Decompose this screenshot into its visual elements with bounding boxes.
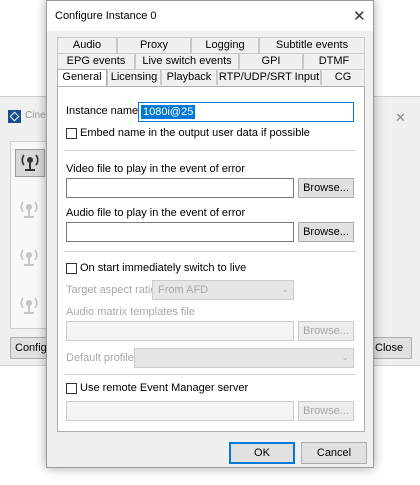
tab-live-switch-events[interactable]: Live switch events <box>135 53 239 69</box>
audio-matrix-label: Audio matrix templates file <box>66 306 195 318</box>
video-error-browse-button[interactable]: Browse... <box>298 178 354 198</box>
embed-name-checkbox[interactable] <box>66 128 77 139</box>
instance-name-value: 1080i@25 <box>141 105 196 119</box>
audio-error-label: Audio file to play in the event of error <box>66 207 246 219</box>
divider <box>64 150 356 151</box>
configure-button[interactable]: Configure <box>10 337 50 359</box>
default-profile-select[interactable]: ⌄ <box>134 348 354 368</box>
video-error-file-input[interactable] <box>66 178 294 198</box>
instance-tile[interactable] <box>15 197 43 223</box>
configure-instance-dialog: Configure Instance 0 ✕ Audio Proxy Loggi… <box>46 0 374 468</box>
instance-tile[interactable] <box>15 293 43 319</box>
instance-list <box>10 141 48 329</box>
tab-logging[interactable]: Logging <box>191 37 259 53</box>
audio-error-file-input[interactable] <box>66 222 294 242</box>
tab-cg[interactable]: CG <box>321 69 365 85</box>
chevron-down-icon: ⌄ <box>341 352 349 362</box>
divider <box>64 374 356 375</box>
default-profile-label: Default profile <box>66 352 134 364</box>
remote-em-label: Use remote Event Manager server <box>80 382 249 394</box>
remote-em-server-input[interactable] <box>66 401 294 421</box>
instance-name-label: Instance name <box>66 105 139 117</box>
tab-proxy[interactable]: Proxy <box>117 37 191 53</box>
instance-tile[interactable] <box>15 149 45 177</box>
instance-tile[interactable] <box>15 245 43 271</box>
embed-name-label: Embed name in the output user data if po… <box>80 127 310 139</box>
broadcast-icon <box>20 201 38 218</box>
tab-rtp-udp-srt-input[interactable]: RTP/UDP/SRT Input <box>217 69 321 85</box>
background-window-title: Cine <box>25 110 46 121</box>
app-logo-icon <box>8 110 21 123</box>
instance-name-input[interactable]: 1080i@25 <box>138 102 354 122</box>
broadcast-icon <box>20 297 38 314</box>
tab-audio[interactable]: Audio <box>57 37 117 53</box>
dialog-titlebar: Configure Instance 0 ✕ <box>47 1 373 31</box>
dialog-close-icon[interactable]: ✕ <box>353 7 366 25</box>
tab-general[interactable]: General <box>57 69 107 86</box>
divider <box>64 251 356 252</box>
aspect-ratio-value: From AFD <box>158 284 209 296</box>
audio-matrix-file-input[interactable] <box>66 321 294 341</box>
switch-live-label: On start immediately switch to live <box>80 262 247 274</box>
video-error-label: Video file to play in the event of error <box>66 163 245 175</box>
chevron-down-icon: ⌄ <box>281 284 289 294</box>
dialog-title: Configure Instance 0 <box>55 10 157 22</box>
ok-button[interactable]: OK <box>229 442 295 464</box>
tab-playback[interactable]: Playback <box>161 69 217 85</box>
general-tab-panel: Instance name 1080i@25 Embed name in the… <box>57 86 365 432</box>
audio-matrix-browse-button[interactable]: Browse... <box>298 321 354 341</box>
background-close-icon[interactable]: ✕ <box>395 110 406 126</box>
remote-em-browse-button[interactable]: Browse... <box>298 401 354 421</box>
remote-em-checkbox[interactable] <box>66 383 77 394</box>
tab-epg-events[interactable]: EPG events <box>57 53 135 69</box>
audio-error-browse-button[interactable]: Browse... <box>298 222 354 242</box>
cancel-button[interactable]: Cancel <box>301 442 367 464</box>
tab-licensing[interactable]: Licensing <box>107 69 161 85</box>
broadcast-icon <box>20 249 38 266</box>
tab-gpi[interactable]: GPI <box>239 53 303 69</box>
switch-live-checkbox[interactable] <box>66 263 77 274</box>
aspect-ratio-select[interactable]: From AFD ⌄ <box>152 280 294 300</box>
tab-dtmf[interactable]: DTMF <box>303 53 365 69</box>
tab-subtitle-events[interactable]: Subtitle events <box>259 37 365 53</box>
broadcast-icon <box>21 154 39 171</box>
aspect-ratio-label: Target aspect ratio <box>66 284 157 296</box>
